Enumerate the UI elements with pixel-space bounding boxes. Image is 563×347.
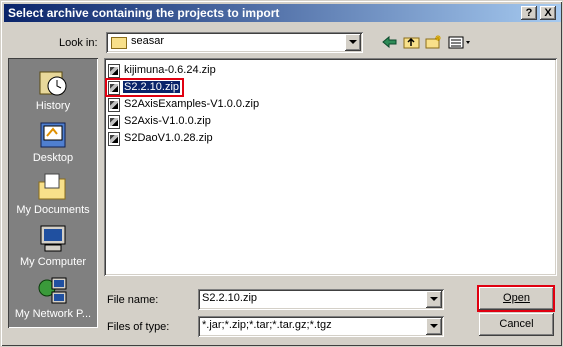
chevron-down-icon[interactable] — [426, 291, 442, 308]
window-title: Select archive containing the projects t… — [8, 6, 280, 20]
file-name: S2AxisExamples-V1.0.0.zip — [124, 98, 260, 110]
place-desktop[interactable]: Desktop — [8, 116, 98, 168]
place-label: My Network P... — [14, 308, 92, 320]
new-folder-icon[interactable] — [425, 34, 443, 50]
file-name-value: S2.2.10.zip — [202, 292, 258, 304]
my-computer-icon — [37, 224, 69, 254]
place-label: My Computer — [19, 256, 87, 268]
file-name-input[interactable]: S2.2.10.zip — [198, 289, 444, 310]
look-in-dropdown[interactable]: seasar — [106, 32, 363, 53]
file-name: S2DaoV1.0.28.zip — [124, 132, 213, 144]
files-of-type-value: *.jar;*.zip;*.tar;*.tar.gz;*.tgz — [202, 319, 332, 331]
zip-file-icon — [108, 64, 120, 78]
my-network-places-icon — [37, 276, 69, 306]
place-label: Desktop — [32, 152, 74, 164]
files-of-type-label: Files of type: — [107, 321, 170, 333]
zip-file-icon — [108, 132, 120, 146]
desktop-icon — [37, 120, 69, 150]
history-icon — [37, 68, 69, 98]
place-my-documents[interactable]: My Documents — [8, 168, 98, 220]
back-arrow-icon[interactable] — [381, 34, 399, 50]
folder-icon — [111, 37, 127, 49]
look-in-value: seasar — [131, 35, 165, 47]
file-name-label: File name: — [107, 294, 159, 306]
file-name: S2Axis-V1.0.0.zip — [124, 115, 211, 127]
look-in-label: Look in: — [59, 37, 98, 49]
chevron-down-icon[interactable] — [345, 34, 361, 51]
view-menu-icon[interactable] — [447, 34, 473, 50]
chevron-down-icon[interactable] — [426, 318, 442, 335]
zip-file-icon — [108, 115, 120, 129]
place-label: My Documents — [16, 204, 90, 216]
selected-file-highlight-box — [105, 78, 184, 97]
place-history[interactable]: History — [8, 64, 98, 116]
close-button[interactable]: X — [540, 6, 556, 20]
file-dialog-window: Select archive containing the projects t… — [0, 0, 563, 347]
cancel-button-label: Cancel — [499, 318, 534, 330]
place-label: History — [35, 100, 71, 112]
place-my-network-places[interactable]: My Network P... — [8, 272, 98, 324]
up-folder-icon[interactable] — [403, 34, 421, 50]
places-bar: History Desktop My Documents My Computer… — [8, 58, 98, 328]
title-bar: Select archive containing the projects t… — [4, 4, 561, 22]
my-documents-icon — [37, 172, 69, 202]
cancel-button[interactable]: Cancel — [479, 313, 554, 336]
file-name: kijimuna-0.6.24.zip — [124, 64, 216, 76]
open-button-highlight-box — [477, 285, 555, 312]
help-button[interactable]: ? — [521, 6, 537, 20]
zip-file-icon — [108, 98, 120, 112]
place-my-computer[interactable]: My Computer — [8, 220, 98, 272]
files-of-type-dropdown[interactable]: *.jar;*.zip;*.tar;*.tar.gz;*.tgz — [198, 316, 444, 337]
